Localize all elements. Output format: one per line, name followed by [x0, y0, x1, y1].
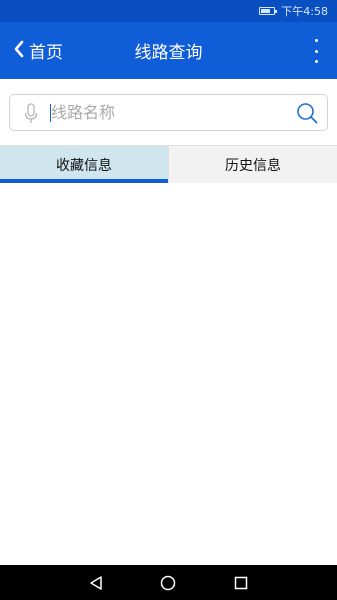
battery-icon — [259, 7, 278, 15]
tab-history[interactable]: 历史信息 — [168, 146, 337, 183]
back-button[interactable]: 首页 — [13, 22, 63, 79]
route-name-input[interactable] — [51, 98, 281, 126]
square-recents-icon[interactable] — [229, 571, 253, 595]
system-nav-bar — [0, 565, 337, 600]
tab-label: 收藏信息 — [56, 157, 112, 174]
chevron-left-icon — [13, 40, 25, 62]
circle-home-icon[interactable] — [156, 571, 180, 595]
status-time: 下午4:58 — [281, 5, 328, 18]
tab-label: 历史信息 — [225, 157, 281, 174]
search-icon[interactable] — [296, 102, 318, 128]
status-bar: 下午4:58 — [0, 0, 337, 22]
tab-favorites[interactable]: 收藏信息 — [0, 146, 168, 183]
triangle-back-icon[interactable] — [84, 571, 108, 595]
favorites-list — [0, 183, 337, 565]
search-box — [9, 94, 328, 131]
back-label: 首页 — [29, 43, 63, 63]
tab-bar: 收藏信息 历史信息 — [0, 145, 337, 183]
more-vertical-icon[interactable] — [312, 39, 320, 63]
app-bar: 首页 线路查询 — [0, 22, 337, 79]
microphone-icon[interactable] — [24, 103, 38, 129]
